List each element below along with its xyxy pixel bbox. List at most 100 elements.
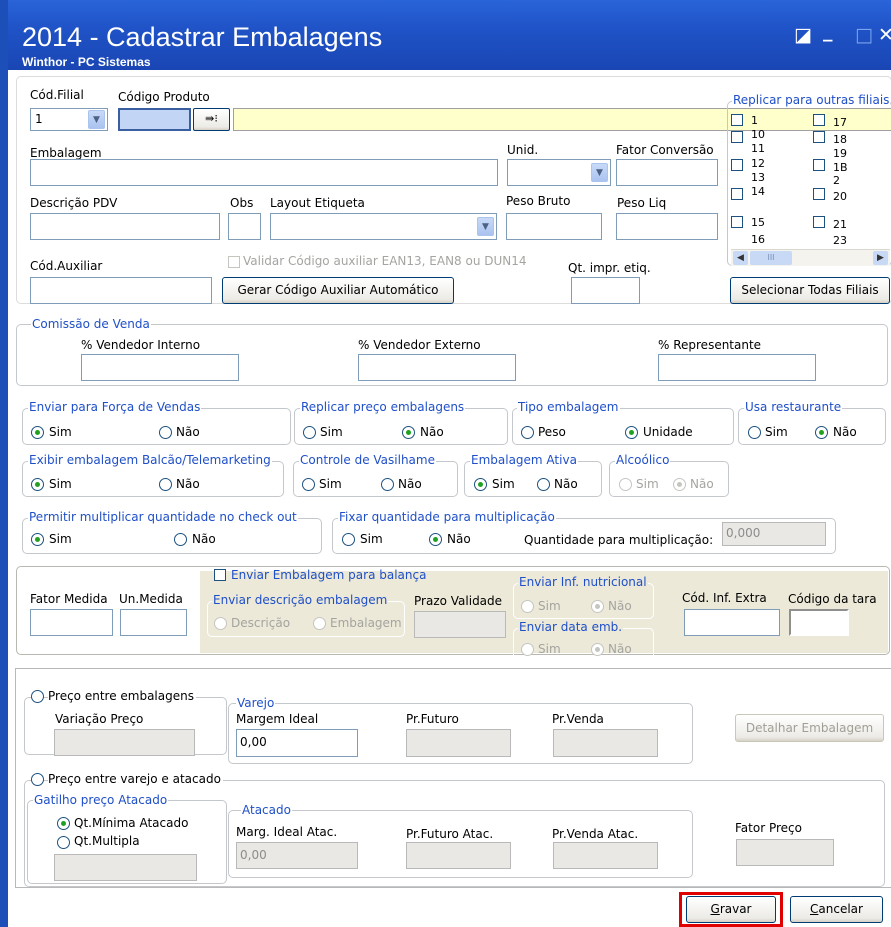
peso-liq-input[interactable] [616,213,718,240]
codigo-tara-input[interactable] [789,609,849,636]
variacao-preco-input[interactable] [54,729,195,756]
chevron-down-icon[interactable]: ▼ [477,217,494,236]
filial-option: 15 [751,216,765,229]
chevron-down-icon[interactable]: ▼ [88,110,105,129]
exibir-balcao-nao-radio[interactable] [159,478,172,491]
replicar-preco-nao-radio[interactable] [402,426,415,439]
fator-medida-input[interactable] [30,609,113,636]
chevron-down-icon[interactable]: ▼ [591,163,608,182]
gatilho-legend: Gatilho preço Atacado [33,793,169,807]
qtd-multiplicacao-input[interactable]: 0,000 [722,522,826,546]
descricao-radio[interactable] [214,617,227,630]
exibir-balcao-legend: Exibir embalagem Balcão/Telemarketing [28,453,272,467]
filial-checkbox[interactable] [813,188,825,200]
filial-checkbox[interactable] [813,216,825,228]
save-hotkey: G [710,902,720,916]
selecionar-filiais-button[interactable]: Selecionar Todas Filiais [730,277,890,304]
prazo-validade-input[interactable] [414,611,506,638]
qt-impr-input[interactable] [571,277,640,304]
vendedor-externo-input[interactable] [358,354,516,381]
alcoolico-sim-radio[interactable] [619,478,632,491]
search-product-button[interactable]: ⇛⁝ [193,108,230,131]
fixar-nao-label: Não [447,532,471,546]
multiplicar-nao-radio[interactable] [174,533,187,546]
gatilho-input[interactable] [54,854,197,881]
ativa-nao-label: Não [554,477,578,491]
cod-auxiliar-input[interactable] [30,277,212,304]
filial-checkbox[interactable] [731,216,743,228]
layout-etiqueta-select[interactable]: ▼ [270,213,497,240]
descricao-pdv-input[interactable] [30,213,220,240]
fixar-sim-radio[interactable] [342,533,355,546]
filial-checkbox[interactable] [731,188,743,200]
un-medida-input[interactable] [120,609,187,636]
filial-option: 2 [833,174,840,187]
obs-input[interactable] [228,213,261,240]
unid-select[interactable]: ▼ [507,159,611,186]
ativa-nao-radio[interactable] [537,478,550,491]
nutricional-sim-radio[interactable] [521,600,534,613]
pr-venda-input[interactable] [553,729,658,757]
validar-checkbox[interactable] [228,256,240,268]
embalagem-radio[interactable] [313,617,326,630]
maximize-icon[interactable]: □ [855,24,873,46]
fator-preco-input[interactable] [736,839,834,866]
filial-checkbox[interactable] [813,159,825,171]
margem-ideal-input[interactable]: 0,00 [236,729,358,757]
marg-atac-input[interactable]: 0,00 [236,842,358,869]
alcoolico-nao-radio[interactable] [673,478,686,491]
exibir-balcao-sim-radio[interactable] [31,478,44,491]
data-nao-radio[interactable] [591,643,604,656]
ativa-sim-radio[interactable] [474,478,487,491]
nutricional-nao-radio[interactable] [591,600,604,613]
pr-futuro-input[interactable] [406,729,511,757]
vendedor-interno-input[interactable] [81,354,239,381]
detalhar-embalagem-button[interactable]: Detalhar Embalagem [735,714,884,742]
vasilhame-nao-label: Não [398,477,422,491]
futuro-atac-input[interactable] [406,842,511,869]
filial-checkbox[interactable] [813,114,825,126]
filial-checkbox[interactable] [813,131,825,143]
vasilhame-sim-radio[interactable] [302,478,315,491]
cancel-button[interactable]: Cancelar [790,896,883,923]
qt-multipla-radio[interactable] [57,836,70,849]
alcoolico-nao-label: Não [690,477,714,491]
gerar-codigo-button[interactable]: Gerar Código Auxiliar Automático [222,277,454,304]
filial-checkbox[interactable] [731,159,743,171]
close-icon[interactable]: ✕ [878,24,891,46]
vasilhame-nao-radio[interactable] [381,478,394,491]
filial-checkbox[interactable] [731,131,743,143]
save-button[interactable]: Gravar [686,896,776,923]
restore-icon[interactable]: ◪ [794,24,812,46]
restaurante-nao-radio[interactable] [815,426,828,439]
venda-atac-input[interactable] [553,842,658,869]
horizontal-scrollbar[interactable]: ◀ III ▶ [731,249,890,266]
replicar-preco-sim-radio[interactable] [303,426,316,439]
inf-extra-input[interactable] [684,609,780,636]
futuro-atac-label: Pr.Futuro Atac. [406,827,494,841]
restaurante-sim-radio[interactable] [748,426,761,439]
produto-input[interactable] [118,108,191,131]
multiplicar-sim-radio[interactable] [31,533,44,546]
enviar-balanca-checkbox[interactable] [214,569,226,581]
filial-checkbox[interactable] [731,114,743,126]
embalagem-input[interactable] [30,159,498,186]
scroll-right-icon[interactable]: ▶ [873,251,888,265]
filial-select[interactable]: 1 ▼ [30,108,108,131]
alcoolico-legend: Alcoólico [615,453,671,467]
forca-vendas-nao-radio[interactable] [159,426,172,439]
forca-vendas-sim-radio[interactable] [31,426,44,439]
qt-minima-radio[interactable] [57,817,70,830]
fator-conversao-input[interactable] [616,159,718,186]
fixar-nao-radio[interactable] [429,533,442,546]
scroll-left-icon[interactable]: ◀ [733,251,748,265]
tipo-unidade-radio[interactable] [625,426,638,439]
peso-bruto-input[interactable] [506,213,602,240]
representante-input[interactable] [658,354,816,381]
scroll-thumb[interactable]: III [750,251,792,265]
tipo-peso-radio[interactable] [521,426,534,439]
entre-embalagens-radio[interactable] [31,690,44,703]
minimize-icon[interactable]: _ [823,20,833,42]
data-sim-radio[interactable] [521,643,534,656]
varejo-atacado-radio[interactable] [31,773,44,786]
